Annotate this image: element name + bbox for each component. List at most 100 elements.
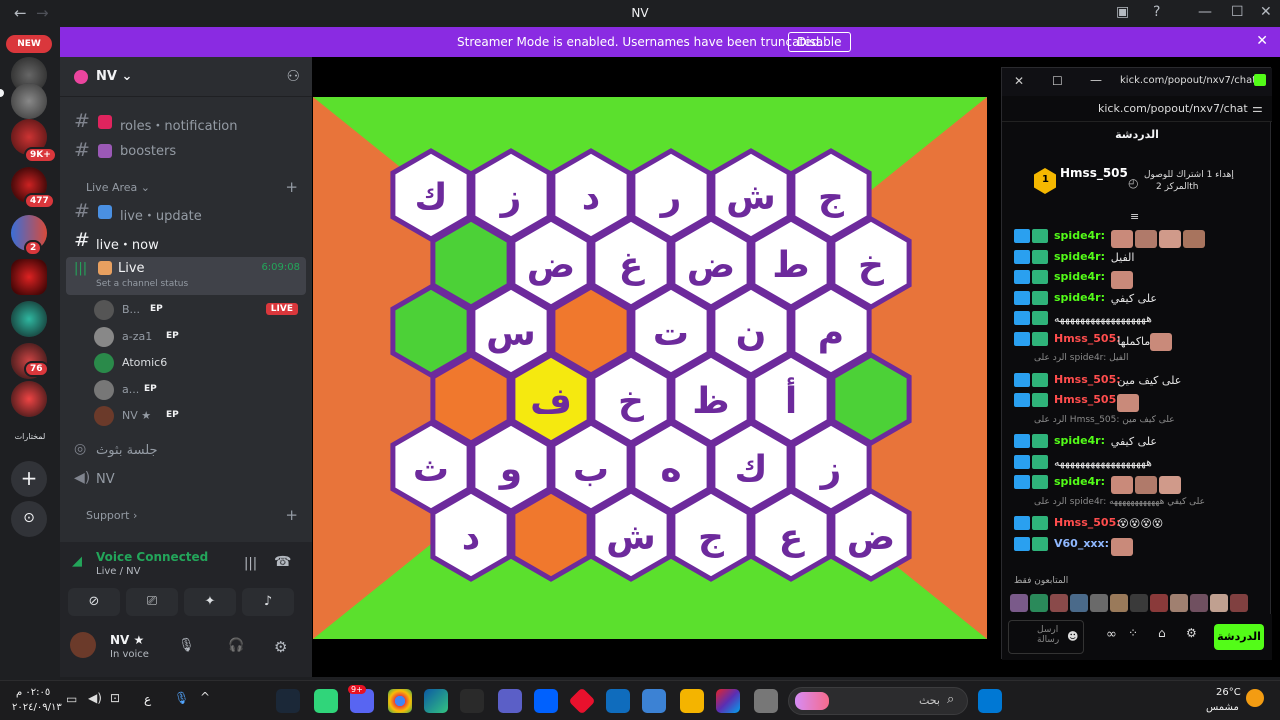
- microphone-icon[interactable]: 🎙: [174, 691, 189, 705]
- channel-boosters[interactable]: # boosters: [68, 138, 304, 164]
- channel-status[interactable]: Set a channel status: [96, 279, 188, 289]
- headphones-icon[interactable]: 🎧: [228, 638, 244, 653]
- edge-icon[interactable]: [424, 689, 448, 713]
- supporter-avatar[interactable]: [1210, 593, 1228, 612]
- chevron-up-icon[interactable]: ^: [200, 690, 210, 704]
- chrome-icon[interactable]: [388, 689, 412, 713]
- noise-icon[interactable]: |||: [244, 556, 257, 571]
- supporter-avatar[interactable]: [1090, 593, 1108, 612]
- close-icon[interactable]: ✕: [1256, 33, 1268, 49]
- disconnect-icon[interactable]: ☎: [274, 554, 291, 570]
- voice-channel-live[interactable]: ||| Live 6:09:08 Set a channel status: [66, 257, 306, 295]
- window-icon[interactable]: [754, 689, 778, 713]
- options-icon[interactable]: ⚌: [1252, 101, 1263, 115]
- chat-message[interactable]: Hmss_505:: [1014, 390, 1266, 412]
- file-explorer-icon[interactable]: [680, 689, 704, 713]
- add-channel-icon[interactable]: +: [285, 178, 298, 196]
- voice-channel[interactable]: ◎ جلسة بثوث: [68, 437, 304, 463]
- chat-message[interactable]: Hmss_505: ماكملها: [1014, 329, 1266, 351]
- app-icon[interactable]: [314, 689, 338, 713]
- chat-username[interactable]: spide4r:: [1054, 250, 1105, 263]
- supporter-avatar[interactable]: [1230, 593, 1248, 612]
- language-indicator[interactable]: ع: [144, 692, 151, 706]
- windows-start-icon[interactable]: [978, 689, 1002, 713]
- guild-header[interactable]: NV ⌄ ⚇: [60, 57, 312, 97]
- weather-temp[interactable]: 26°C: [1216, 687, 1241, 698]
- guild-name[interactable]: NV ⌄: [96, 69, 132, 84]
- bubbles-icon[interactable]: ⁘: [1128, 626, 1138, 640]
- minimize-icon[interactable]: —: [1090, 73, 1102, 87]
- weather-text[interactable]: مشمس: [1206, 702, 1239, 713]
- channel-roles[interactable]: # roles・notification: [68, 109, 304, 135]
- settings-icon[interactable]: ⚙: [274, 638, 287, 656]
- voice-user[interactable]: a-za1 EP: [94, 325, 304, 349]
- hex-tile[interactable]: [510, 488, 592, 582]
- chat-input[interactable]: ارسل رسالة ☻: [1008, 620, 1084, 654]
- discover-icon[interactable]: ⊙: [11, 501, 47, 537]
- disable-button[interactable]: Disable: [788, 32, 851, 52]
- invite-icon[interactable]: ⚇: [287, 67, 300, 85]
- screen-share-button[interactable]: ⎚: [126, 588, 178, 616]
- server-text-icon[interactable]: لمختارات: [11, 427, 49, 447]
- game-board[interactable]: كزدرشجضغضطخستنمفخظأثوبهكزدشجعض: [313, 97, 987, 639]
- chat-message[interactable]: V60_xxx:: [1014, 534, 1266, 556]
- network-icon[interactable]: ⊡: [110, 691, 120, 705]
- soundboard-button[interactable]: ♪: [242, 588, 294, 616]
- camera-off-button[interactable]: ⊘: [68, 588, 120, 616]
- microphone-icon[interactable]: 🎙: [178, 638, 195, 653]
- category-live-area[interactable]: Live Area ⌄ +: [68, 178, 304, 197]
- clock-date[interactable]: ٢٠٢٤/٠٩/١٣: [12, 702, 62, 713]
- maximize-icon[interactable]: ☐: [1052, 74, 1063, 88]
- supporter-avatar[interactable]: [1150, 593, 1168, 612]
- close-icon[interactable]: ✕: [1260, 4, 1272, 20]
- add-channel-icon[interactable]: +: [285, 506, 298, 524]
- user-name[interactable]: NV ★: [110, 633, 144, 647]
- voice-user[interactable]: a... EP: [94, 378, 304, 402]
- maximize-icon[interactable]: ☐: [1231, 4, 1244, 20]
- signal-icon[interactable]: ◢: [72, 554, 82, 569]
- chat-message[interactable]: spide4r:: [1014, 226, 1266, 248]
- chat-message[interactable]: Hmss_505: على كيف مين: [1014, 370, 1266, 392]
- reply-line[interactable]: الرد على spide4r: على كيفي ههههههههههههه: [1014, 493, 1266, 515]
- outlook-icon[interactable]: [606, 689, 630, 713]
- pinned-gifter[interactable]: 1 Hmss_505 ◴ إهداء 1 اشتراك للوصول المرك…: [1006, 156, 1268, 212]
- hex-board[interactable]: ك ز د ر ش جض غ ض ط خس ت ن مف خ ظ أث و ب ه ك زد ش ج ع ض: [313, 97, 987, 639]
- infinity-icon[interactable]: ∞: [1106, 627, 1117, 642]
- chat-username[interactable]: spide4r:: [1054, 291, 1105, 304]
- supporter-avatar[interactable]: [1030, 593, 1048, 612]
- server-icon[interactable]: [11, 301, 47, 337]
- copilot-icon[interactable]: [716, 689, 740, 713]
- steam-icon[interactable]: [276, 689, 300, 713]
- voice-user[interactable]: NV ★ EP: [94, 404, 304, 428]
- chat-username[interactable]: V60_xxx:: [1054, 537, 1109, 550]
- sun-icon[interactable]: [1246, 689, 1264, 707]
- teams-icon[interactable]: [498, 689, 522, 713]
- dropbox-icon[interactable]: [534, 689, 558, 713]
- chat-username[interactable]: Hmss_505:: [1054, 332, 1121, 345]
- voice-user[interactable]: Atomic6: [94, 351, 304, 375]
- volume-icon[interactable]: ◀): [88, 691, 102, 705]
- voice-status[interactable]: Voice Connected: [96, 550, 208, 564]
- chat-message[interactable]: ههههههههههههههههههه: [1014, 308, 1266, 330]
- server-icon[interactable]: [11, 83, 47, 119]
- url-bar[interactable]: kick.com/popout/nxv7/chat ⚌: [1002, 96, 1272, 122]
- add-server-icon[interactable]: +: [11, 461, 47, 497]
- taskbar-search[interactable]: بحث ⌕: [788, 687, 968, 715]
- voice-channel[interactable]: ◀) NV: [68, 466, 304, 492]
- supporter-avatar[interactable]: [1010, 593, 1028, 612]
- channel-live-update[interactable]: # live・update: [68, 199, 304, 225]
- activity-button[interactable]: ✦: [184, 588, 236, 616]
- supporter-avatar[interactable]: [1170, 593, 1188, 612]
- chat-username[interactable]: Hmss_505:: [1054, 373, 1121, 386]
- chat-username[interactable]: Hmss_505:: [1054, 516, 1121, 529]
- chat-username[interactable]: spide4r:: [1054, 434, 1105, 447]
- supporter-avatar[interactable]: [1130, 593, 1148, 612]
- supporter-avatar[interactable]: [1110, 593, 1128, 612]
- chat-message[interactable]: spide4r: على كيفي: [1014, 288, 1266, 310]
- minimize-icon[interactable]: —: [1198, 4, 1212, 20]
- voice-user[interactable]: B... EP LIVE: [94, 298, 304, 322]
- chat-username[interactable]: spide4r:: [1054, 270, 1105, 283]
- chat-message[interactable]: Hmss_505: 😵😵😵😵: [1014, 513, 1266, 535]
- new-badge[interactable]: NEW: [6, 35, 52, 53]
- inbox-icon[interactable]: ▣: [1116, 4, 1129, 20]
